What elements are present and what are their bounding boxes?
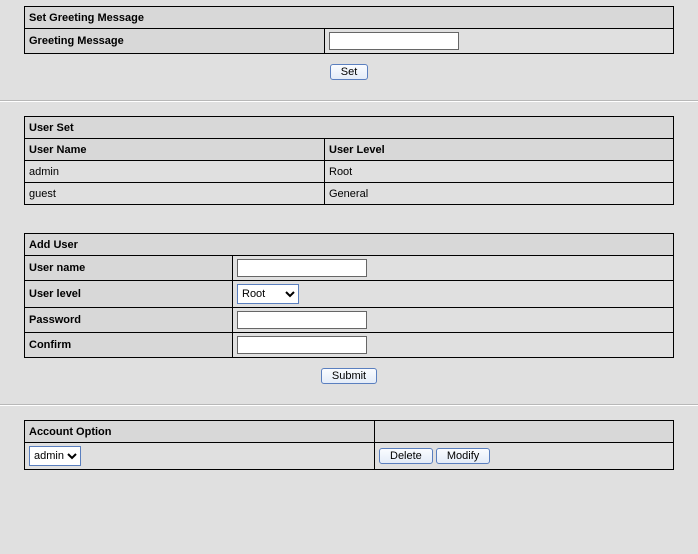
account-option-blank-header xyxy=(375,421,674,443)
add-user-username-label: User name xyxy=(25,256,233,281)
user-level-cell: General xyxy=(325,183,674,205)
add-user-title: Add User xyxy=(25,234,674,256)
add-user-password-cell xyxy=(233,308,674,333)
submit-button[interactable]: Submit xyxy=(321,368,377,384)
greeting-title: Set Greeting Message xyxy=(25,7,674,29)
modify-button[interactable]: Modify xyxy=(436,448,490,464)
password-input[interactable] xyxy=(237,311,367,329)
greeting-label: Greeting Message xyxy=(25,29,325,54)
user-set-section: User Set User Name User Level admin Root… xyxy=(0,110,698,396)
greeting-input-cell xyxy=(325,29,674,54)
user-set-title: User Set xyxy=(25,117,674,139)
user-set-table: User Set User Name User Level admin Root… xyxy=(24,116,674,205)
account-option-section: Account Option adminguest Delete Modify xyxy=(0,414,698,476)
greeting-input[interactable] xyxy=(329,32,459,50)
user-name-cell: guest xyxy=(25,183,325,205)
table-row: guest General xyxy=(25,183,674,205)
account-option-title: Account Option xyxy=(25,421,375,443)
greeting-section: Set Greeting Message Greeting Message Se… xyxy=(0,0,698,92)
delete-button[interactable]: Delete xyxy=(379,448,433,464)
add-user-table: Add User User name User level RootGenera… xyxy=(24,233,674,358)
user-name-cell: admin xyxy=(25,161,325,183)
add-user-username-cell xyxy=(233,256,674,281)
account-option-table: Account Option adminguest Delete Modify xyxy=(24,420,674,470)
user-level-cell: Root xyxy=(325,161,674,183)
user-set-col-name: User Name xyxy=(25,139,325,161)
divider xyxy=(0,404,698,406)
add-user-confirm-label: Confirm xyxy=(25,333,233,358)
user-level-select[interactable]: RootGeneral xyxy=(237,284,299,304)
add-user-confirm-cell xyxy=(233,333,674,358)
account-select-cell: adminguest xyxy=(25,443,375,470)
table-row: admin Root xyxy=(25,161,674,183)
divider xyxy=(0,100,698,102)
add-user-level-cell: RootGeneral xyxy=(233,281,674,308)
greeting-table: Set Greeting Message Greeting Message xyxy=(24,6,674,54)
username-input[interactable] xyxy=(237,259,367,277)
account-buttons-cell: Delete Modify xyxy=(375,443,674,470)
user-set-col-level: User Level xyxy=(325,139,674,161)
set-button[interactable]: Set xyxy=(330,64,369,80)
confirm-input[interactable] xyxy=(237,336,367,354)
add-user-password-label: Password xyxy=(25,308,233,333)
account-select[interactable]: adminguest xyxy=(29,446,81,466)
add-user-level-label: User level xyxy=(25,281,233,308)
